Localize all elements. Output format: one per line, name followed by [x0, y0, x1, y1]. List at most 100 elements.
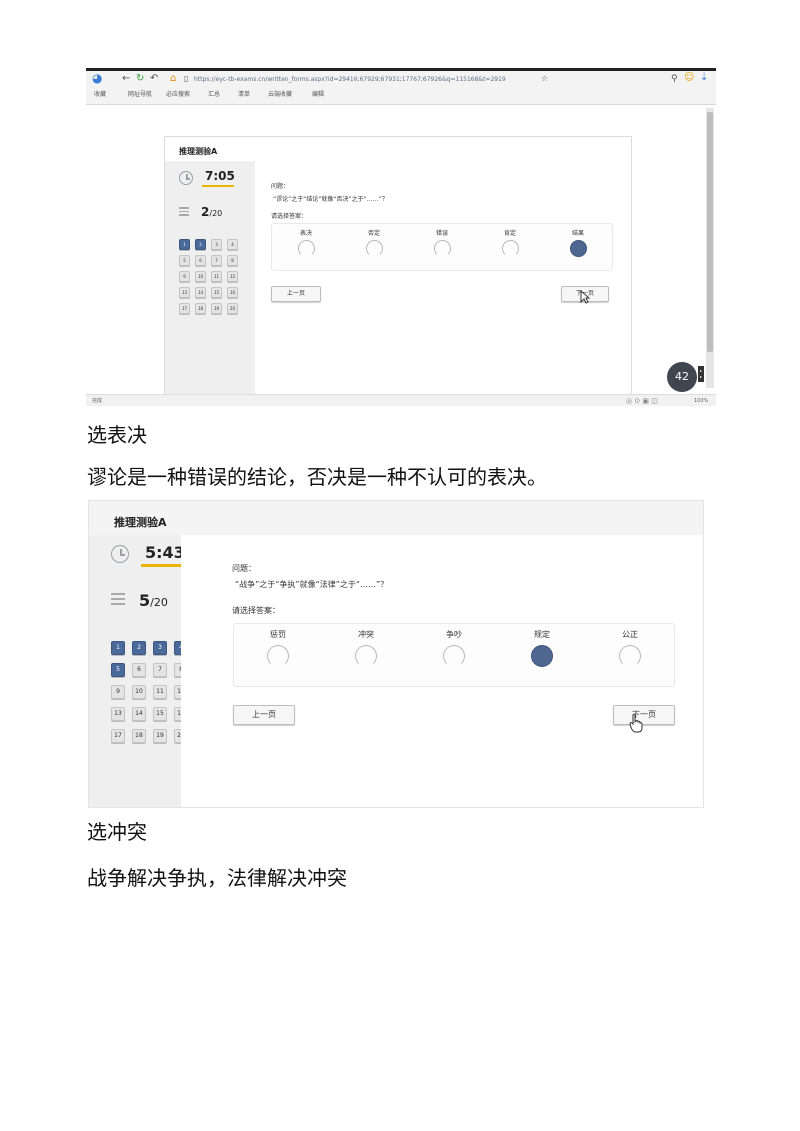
answer-option[interactable]: 肯定 — [476, 228, 544, 258]
browser-logo-icon: ◕ — [92, 71, 103, 85]
bookmark-item[interactable]: 网址导航 — [128, 90, 152, 100]
question-number-button[interactable]: 4 — [227, 239, 238, 250]
question-number-button[interactable]: 7 — [153, 663, 167, 677]
question-number-button[interactable]: 5 — [111, 663, 125, 677]
radio-button[interactable] — [569, 240, 587, 258]
screenshot-1: ◕ ← ↻ ↶ ⌂ ▯ https://eyc-tb-exams.cn/writ… — [86, 68, 716, 406]
answer-option[interactable]: 规定 — [498, 629, 586, 667]
question-number-button[interactable]: 9 — [179, 271, 190, 282]
question-number-button[interactable]: 6 — [132, 663, 146, 677]
answer-option[interactable]: 否定 — [340, 228, 408, 258]
prev-page-button[interactable]: 上一页 — [271, 286, 321, 302]
radio-button[interactable] — [433, 240, 451, 258]
question-number-button[interactable]: 10 — [195, 271, 206, 282]
radio-button[interactable] — [355, 644, 377, 667]
radio-button[interactable] — [619, 644, 641, 667]
question-number-button[interactable]: 10 — [132, 685, 146, 699]
search-icon[interactable]: ⚲ — [671, 73, 678, 85]
question-number-button[interactable]: 12 — [227, 271, 238, 282]
question-number-button[interactable]: 16 — [227, 287, 238, 298]
answer-option[interactable]: 表决 — [272, 228, 340, 258]
question-number-button[interactable]: 9 — [111, 685, 125, 699]
answer-caption-2: 选冲突 — [87, 820, 147, 844]
question-number-button[interactable]: 19 — [211, 303, 222, 314]
radio-button[interactable] — [443, 644, 465, 667]
radio-button[interactable] — [297, 240, 315, 258]
vertical-scrollbar[interactable] — [706, 108, 714, 388]
question-number-button[interactable]: 2 — [195, 239, 206, 250]
question-number-button[interactable]: 13 — [179, 287, 190, 298]
question-number-button[interactable]: 13 — [111, 707, 125, 721]
radio-button[interactable] — [365, 240, 383, 258]
progress-counter: 2/20 — [201, 205, 223, 219]
page-icon: ▯ — [184, 74, 189, 83]
explanation-caption-2: 战争解决争执，法律解决冲突 — [87, 866, 347, 890]
question-number-button[interactable]: 3 — [153, 641, 167, 655]
answer-option-label: 争吵 — [446, 629, 462, 639]
back-icon[interactable]: ← — [122, 73, 130, 85]
question-number-button[interactable]: 19 — [153, 729, 167, 743]
question-number-button[interactable]: 3 — [211, 239, 222, 250]
hand-cursor-icon — [629, 713, 643, 733]
question-number-button[interactable]: 18 — [195, 303, 206, 314]
question-grid: 1234567891011121314151617181920 — [179, 239, 238, 314]
bookmark-item[interactable]: 清单 — [238, 90, 250, 100]
answer-option-label: 否定 — [367, 229, 380, 237]
bookmark-item[interactable]: 编辑 — [312, 90, 324, 100]
question-text: “谬论”之于“结论”就像“否决”之于“……”？ — [273, 196, 388, 203]
test-panel: 推理测验A 7:05 2/20 1 2 3 4 5 6 7 8 9 10 11 12 13 14 15 16 1… — [164, 136, 632, 396]
question-number-button[interactable]: 15 — [153, 707, 167, 721]
cursor-icon — [580, 290, 590, 304]
address-bar[interactable]: https://eyc-tb-exams.cn/written_forms.as… — [194, 74, 574, 86]
question-area: 问题： “谬论”之于“结论”就像“否决”之于“……”？ 请选择答案： 表决 否定 错… — [255, 161, 631, 395]
undo-icon[interactable]: ↶ — [150, 73, 158, 85]
answer-option[interactable]: 惩罚 — [234, 629, 322, 667]
screenshot-2: 推理测验A 5:43 5/20 123456789101112131415161… — [88, 500, 704, 808]
question-number-button[interactable]: 8 — [227, 255, 238, 266]
question-number-button[interactable]: 11 — [211, 271, 222, 282]
home-icon[interactable]: ⌂ — [170, 73, 176, 85]
radio-button[interactable] — [267, 644, 289, 667]
smiley-icon[interactable]: ☺ — [684, 72, 694, 84]
answer-option[interactable]: 争吵 — [410, 629, 498, 667]
status-bar: 完成 ◎ ⊙ ▣ ◫ 100% — [86, 394, 716, 406]
question-number-button[interactable]: 18 — [132, 729, 146, 743]
question-number-button[interactable]: 17 — [179, 303, 190, 314]
timer: 7:05 — [205, 169, 235, 183]
bookmark-item[interactable]: 云端收藏 — [268, 90, 292, 100]
download-icon[interactable]: ⇣ — [700, 72, 708, 84]
bookmark-item[interactable]: 收藏 — [94, 90, 106, 100]
question-number-button[interactable]: 17 — [111, 729, 125, 743]
sidebar: 5:43 5/20 123456789101112131415161718192… — [89, 535, 188, 807]
radio-button[interactable] — [501, 240, 519, 258]
question-number-button[interactable]: 14 — [195, 287, 206, 298]
answer-option[interactable]: 冲突 — [322, 629, 410, 667]
prev-page-button[interactable]: 上一页 — [233, 705, 295, 725]
answer-option[interactable]: 公正 — [586, 629, 674, 667]
radio-button[interactable] — [531, 644, 553, 667]
bookmark-item[interactable]: 汇总 — [208, 90, 220, 100]
answer-option-label: 肯定 — [503, 229, 516, 237]
question-number-button[interactable]: 1 — [111, 641, 125, 655]
star-icon[interactable]: ☆ — [541, 73, 548, 85]
next-page-button[interactable]: 下一页 — [613, 705, 675, 725]
answer-option[interactable]: 错误 — [408, 228, 476, 258]
question-number-button[interactable]: 14 — [132, 707, 146, 721]
question-number-button[interactable]: 20 — [227, 303, 238, 314]
zoom-level[interactable]: 100% — [694, 395, 708, 406]
question-number-button[interactable]: 1 — [179, 239, 190, 250]
floating-badge[interactable]: 42 — [667, 362, 697, 392]
answer-option[interactable]: 结果 — [544, 228, 612, 258]
question-area: 问题： “战争”之于“争执”就像“法律”之于“……”？ 请选择答案： 惩罚 冲突 争… — [181, 535, 703, 807]
bookmark-item[interactable]: 必应搜索 — [166, 90, 190, 100]
list-icon — [111, 593, 125, 607]
question-number-button[interactable]: 5 — [179, 255, 190, 266]
question-number-button[interactable]: 2 — [132, 641, 146, 655]
question-number-button[interactable]: 11 — [153, 685, 167, 699]
question-number-button[interactable]: 7 — [211, 255, 222, 266]
test-title: 推理测验A — [114, 516, 167, 529]
question-number-button[interactable]: 15 — [211, 287, 222, 298]
question-label: 问题： — [271, 183, 290, 190]
question-number-button[interactable]: 6 — [195, 255, 206, 266]
refresh-icon[interactable]: ↻ — [136, 73, 144, 85]
